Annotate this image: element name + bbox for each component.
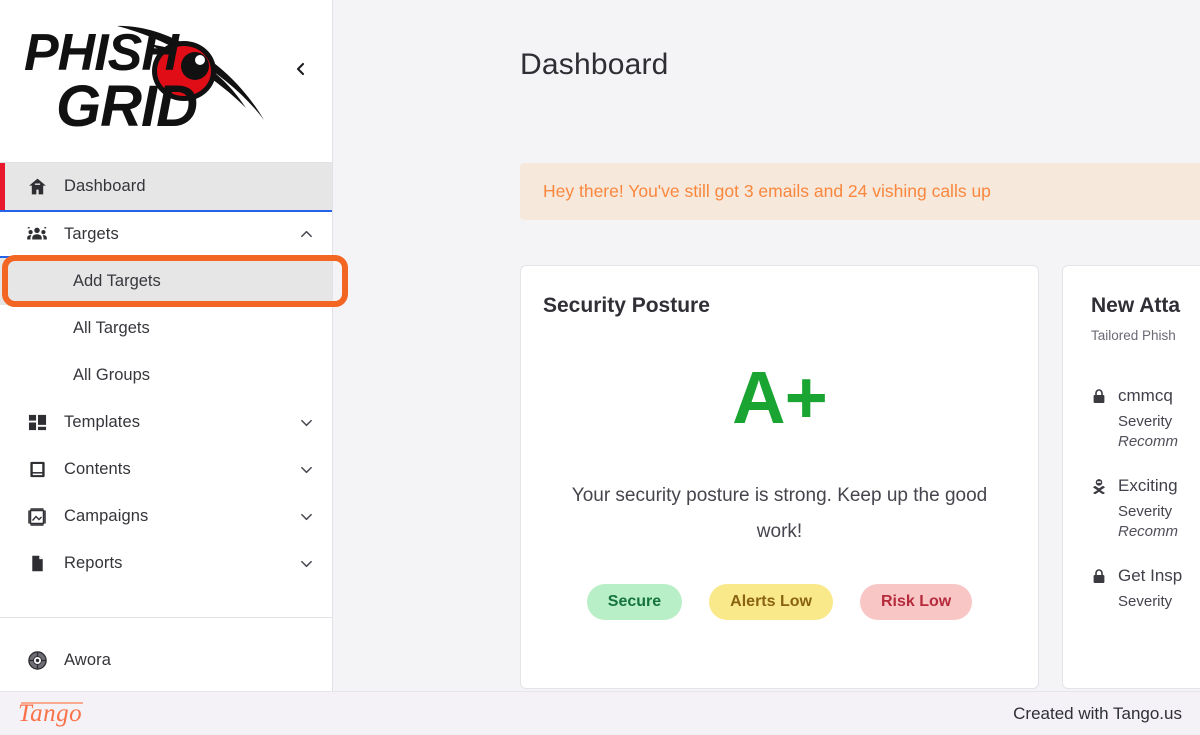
attack-severity: Severity <box>1118 413 1173 430</box>
notification-banner-text: Hey there! You've still got 3 emails and… <box>543 181 991 201</box>
attack-name: Exciting <box>1118 476 1178 495</box>
status-badge-risk-low: Risk Low <box>859 584 973 620</box>
status-badge-secure: Secure <box>586 584 683 620</box>
footer-credit-text: Created with Tango.us <box>1013 704 1182 723</box>
users-group-icon <box>26 223 48 245</box>
sidebar-item-templates[interactable]: Templates <box>0 399 332 446</box>
main-content: Dashboard Hey there! You've still got 3 … <box>333 0 1200 691</box>
list-item[interactable]: Get Insp Severity <box>1091 566 1200 610</box>
chevron-down-icon <box>298 556 314 572</box>
notification-banner[interactable]: Hey there! You've still got 3 emails and… <box>520 163 1200 220</box>
chevron-down-icon <box>298 415 314 431</box>
globe-avatar-icon <box>26 649 48 671</box>
crop-frame-icon <box>26 506 48 528</box>
status-badge-group: Secure Alerts Low Risk Low <box>521 584 1038 620</box>
sidebar-subitem-label: All Groups <box>73 366 151 384</box>
lock-icon <box>1091 387 1107 405</box>
attack-recommendation: Recomm <box>1118 523 1179 540</box>
attack-header: Get Insp <box>1091 566 1200 586</box>
sidebar-item-label: Reports <box>64 554 123 572</box>
home-icon <box>26 176 48 198</box>
attack-list: cmmcq Severity Recomm Exciting Severity … <box>1091 386 1200 636</box>
sidebar-subitem-all-targets[interactable]: All Targets <box>0 305 332 352</box>
attack-recommendation: Recomm <box>1118 433 1179 450</box>
application-window: PHISH GRID Dashboard Targets Add Targets… <box>0 0 1200 691</box>
attack-severity: Severity <box>1118 593 1173 610</box>
sidebar-item-dashboard[interactable]: Dashboard <box>0 163 332 210</box>
sidebar: PHISH GRID Dashboard Targets Add Targets… <box>0 0 333 691</box>
tango-footer: Tango Created with Tango.us <box>0 691 1200 735</box>
sidebar-subitem-all-groups[interactable]: All Groups <box>0 352 332 399</box>
sidebar-item-label: Campaigns <box>64 507 149 525</box>
attack-name: cmmcq <box>1118 386 1173 405</box>
svg-text:GRID: GRID <box>56 74 197 139</box>
sidebar-item-contents[interactable]: Contents <box>0 446 332 493</box>
status-badge-alerts-low: Alerts Low <box>709 584 833 620</box>
attack-header: Exciting <box>1091 476 1200 496</box>
sidebar-item-targets[interactable]: Targets <box>0 210 332 258</box>
attack-severity: Severity <box>1118 503 1173 520</box>
chevron-down-icon <box>298 509 314 525</box>
card-subtitle: Tailored Phish <box>1091 328 1176 343</box>
sidebar-item-label: Awora <box>64 650 111 669</box>
grid-blocks-icon <box>26 412 48 434</box>
card-title: New Atta <box>1091 294 1181 317</box>
security-posture-card: Security Posture A+ Your security postur… <box>520 265 1039 689</box>
sidebar-nav: Dashboard Targets Add Targets All Target… <box>0 163 332 686</box>
sidebar-subitem-add-targets[interactable]: Add Targets <box>0 258 332 305</box>
sidebar-item-label: Dashboard <box>64 177 146 195</box>
security-grade-value: A+ <box>732 356 828 439</box>
chevron-left-icon <box>294 62 308 76</box>
sidebar-item-awora[interactable]: Awora <box>0 634 332 686</box>
sidebar-divider <box>0 617 332 618</box>
tango-logo: Tango <box>18 700 84 727</box>
phishgrid-logo: PHISH GRID <box>14 8 294 140</box>
page-title: Dashboard <box>520 48 669 81</box>
sidebar-header: PHISH GRID <box>0 0 332 163</box>
list-item[interactable]: Exciting Severity Recomm <box>1091 476 1200 540</box>
skull-icon <box>1091 477 1107 495</box>
attack-header: cmmcq <box>1091 386 1200 406</box>
list-item[interactable]: cmmcq Severity Recomm <box>1091 386 1200 450</box>
book-icon <box>26 459 48 481</box>
sidebar-collapse-button[interactable] <box>288 56 314 82</box>
sidebar-item-label: Contents <box>64 460 131 478</box>
sidebar-subitem-label: All Targets <box>73 319 150 337</box>
chevron-up-icon <box>298 226 314 242</box>
sidebar-item-label: Targets <box>64 224 119 243</box>
new-attacks-card: New Atta Tailored Phish cmmcq Severity R… <box>1062 265 1200 689</box>
sidebar-item-label: Templates <box>64 413 141 431</box>
sidebar-item-campaigns[interactable]: Campaigns <box>0 493 332 540</box>
chevron-down-icon <box>298 462 314 478</box>
file-document-icon <box>26 553 48 575</box>
security-posture-description: Your security posture is strong. Keep up… <box>571 485 988 542</box>
lock-icon <box>1091 567 1107 585</box>
card-title: Security Posture <box>543 294 710 317</box>
sidebar-item-reports[interactable]: Reports <box>0 540 332 587</box>
attack-name: Get Insp <box>1118 566 1183 585</box>
sidebar-subitem-label: Add Targets <box>73 272 161 290</box>
